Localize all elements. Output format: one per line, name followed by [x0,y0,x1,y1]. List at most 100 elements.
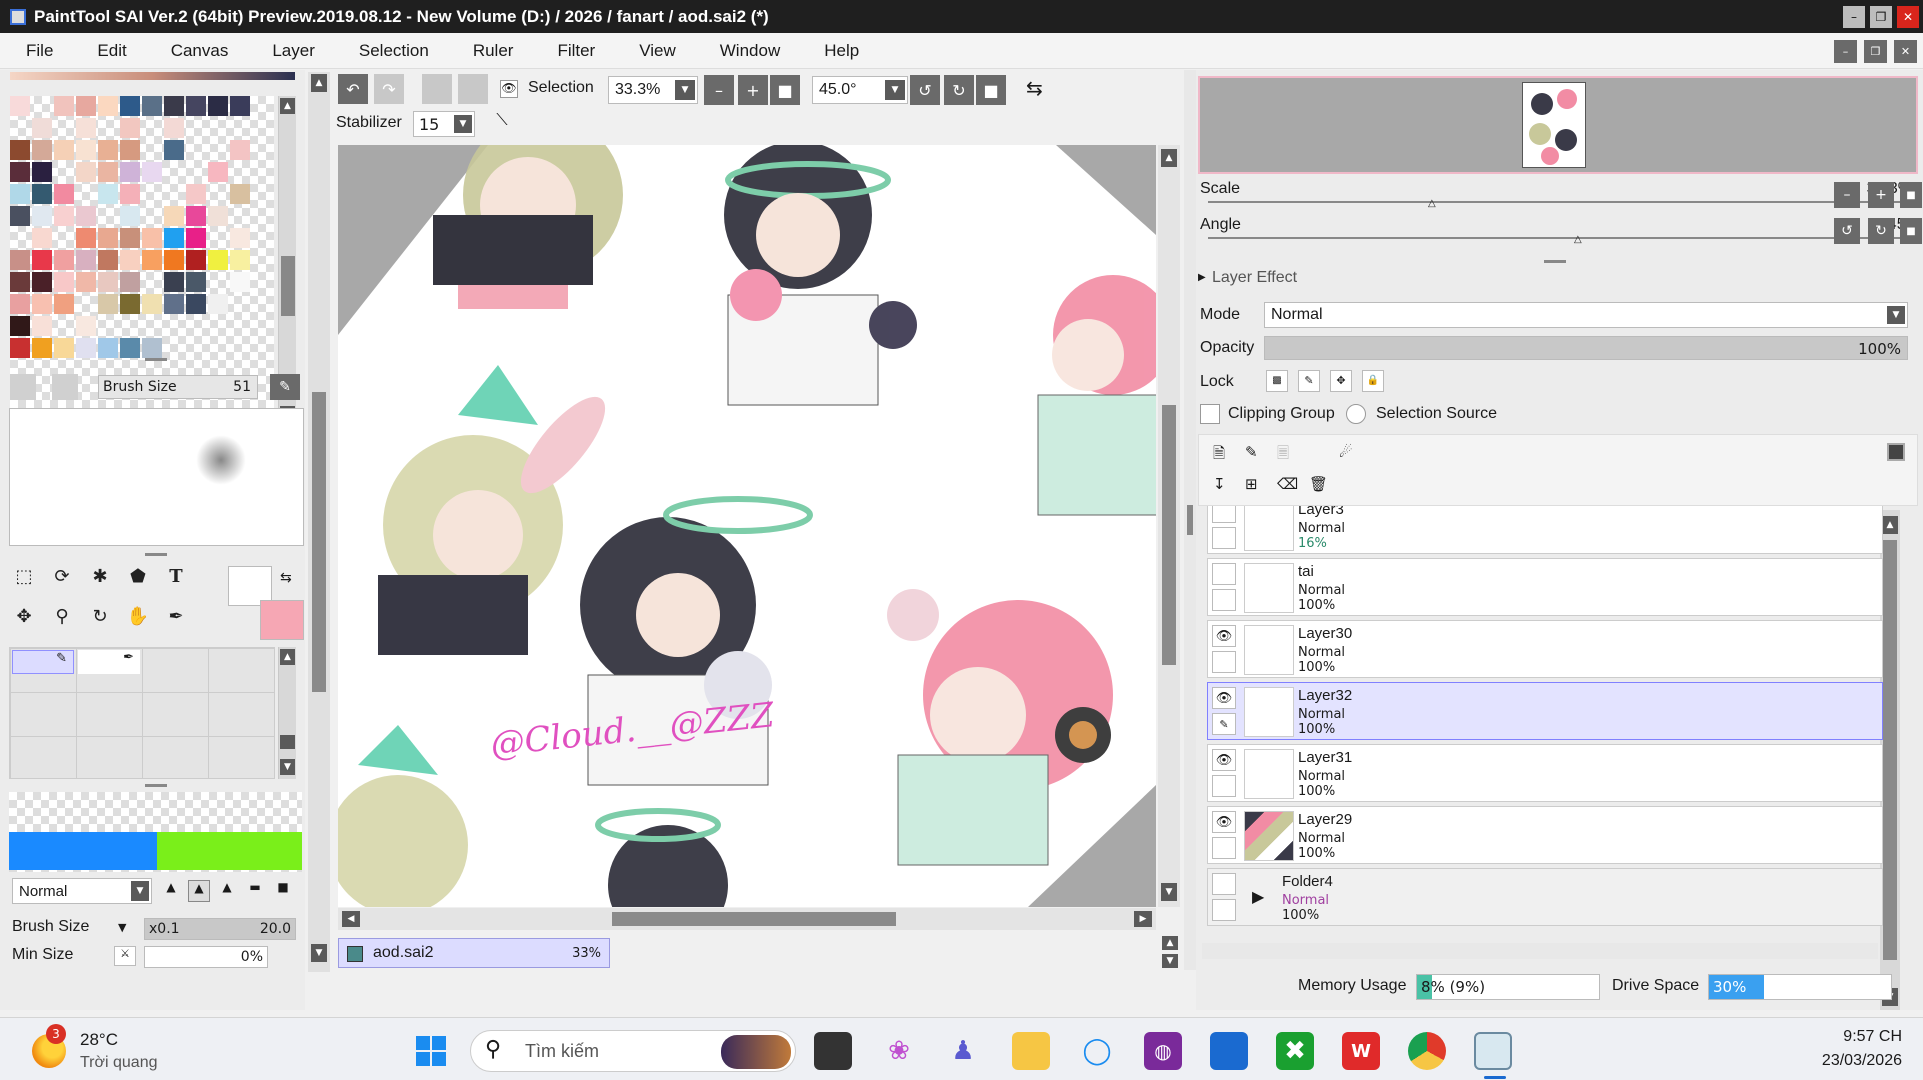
zoom-reset-button[interactable]: ■ [770,75,800,105]
menu-selection[interactable]: Selection [333,41,447,61]
pressure-icon[interactable]: ⚔ [114,946,136,966]
zoom-icon[interactable]: ⚲ [46,600,78,632]
weather-description[interactable]: Trời quang [80,1054,158,1072]
scroll-down-icon[interactable]: ▼ [1161,883,1177,901]
menu-edit[interactable]: Edit [71,41,144,61]
canvas-vscrollbar[interactable]: ▲ ▼ [1158,145,1180,907]
scroll-up-icon[interactable]: ▲ [311,74,327,92]
shape-triangle-selected-icon[interactable]: ▲ [188,880,210,902]
opacity-slider[interactable]: 100% [1264,336,1908,360]
layer-lock-toggle[interactable] [1212,589,1236,611]
scroll-thumb[interactable] [281,256,295,316]
eraser-toggle-icon[interactable]: ✎ [270,374,300,400]
rotate-icon[interactable]: ↻ [84,600,116,632]
lasso-icon[interactable]: ⟳ [46,560,78,592]
weather-temp[interactable]: 28°C [80,1030,118,1050]
shape-triangle-icon[interactable]: ▲ [160,880,182,902]
clock-time[interactable]: 9:57 CH [1806,1028,1902,1046]
tab-scroll-down-icon[interactable]: ▼ [1162,954,1178,968]
eyedropper-icon[interactable]: ✒ [160,600,192,632]
new-layer-icon[interactable]: 🗎 [1213,443,1225,468]
angle-select[interactable]: 45.0° ▼ [812,76,908,104]
pen-icon[interactable]: ✎ [1212,713,1236,735]
brush-tool-grid[interactable]: ✎ ✒ [9,647,275,779]
layer-lock-toggle[interactable] [1212,775,1236,797]
clipping-group-checkbox[interactable] [1200,404,1220,424]
scroll-mid-icon[interactable] [280,735,295,749]
brush-slot-pen[interactable]: ✎ [12,650,74,674]
angle-reset-button[interactable]: ■ [1900,218,1922,244]
angle-rotate-right-button[interactable]: ↻ [1868,218,1894,244]
layer-lock-toggle[interactable] [1212,899,1236,921]
brush-grid-scrollbar[interactable]: ▲ ▼ [278,647,296,779]
tab-scroll-up-icon[interactable]: ▲ [1162,936,1178,950]
angle-slider[interactable] [1208,237,1908,239]
angle-slider-thumb[interactable]: △ [1574,234,1582,245]
menu-layer[interactable]: Layer [246,41,333,61]
eye-icon[interactable]: 👁 [1212,687,1236,709]
layer-lock-toggle[interactable] [1212,651,1236,673]
clock-date[interactable]: 23/03/2026 [1786,1052,1902,1070]
shape-round-icon[interactable]: ▲ [216,880,238,902]
rotate-left-button[interactable]: ↺ [910,75,940,105]
scroll-left-icon[interactable]: ◀ [342,911,360,927]
taskbar-search[interactable]: ⚲ Tìm kiếm [470,1030,796,1072]
magic-wand-icon[interactable]: ✱ [84,560,116,592]
menu-canvas[interactable]: Canvas [145,41,247,61]
brush-size-setting-slider[interactable]: x0.1 20.0 [144,918,296,940]
lock-all-icon[interactable]: 🔒 [1362,370,1384,392]
visibility-toggle[interactable] [1212,563,1236,585]
layer-row[interactable]: Layer3 Normal 16% [1207,506,1883,554]
min-size-slider[interactable]: 0% [144,946,268,968]
navigator-preview[interactable] [1198,76,1918,174]
swap-colors-icon[interactable]: ⇆ [280,570,292,586]
scroll-thumb[interactable] [612,912,896,926]
scroll-up-icon[interactable]: ▲ [280,649,295,665]
lock-paint-icon[interactable]: ✎ [1298,370,1320,392]
document-tab[interactable]: aod.sai2 33% [338,938,610,968]
windows-start-icon[interactable] [412,1032,450,1070]
layer-lock-toggle[interactable] [1212,527,1236,549]
blend-mode-select[interactable]: Normal ▼ [12,878,152,904]
menu-ruler[interactable]: Ruler [447,41,532,61]
splitter-handle[interactable] [1544,260,1566,263]
visibility-toggle[interactable] [1212,506,1236,523]
edge-icon[interactable]: ◯ [1078,1032,1116,1070]
scroll-right-icon[interactable]: ▶ [1134,911,1152,927]
brush-size-slider[interactable]: Brush Size 51 [98,375,258,399]
visibility-toggle[interactable] [1212,873,1236,895]
hand-icon[interactable]: ✋ [122,600,154,632]
task-view-icon[interactable] [814,1032,852,1070]
merge-down-icon[interactable]: ⊞ [1245,475,1258,493]
zoom-in-button[interactable]: + [738,75,768,105]
menu-view[interactable]: View [613,41,694,61]
copilot-icon[interactable]: ❀ [880,1032,918,1070]
folder-row[interactable]: ▶ Folder4 Normal 100% [1207,868,1883,926]
layer-row-selected[interactable]: 👁 ✎ Layer32 Normal 100% [1207,682,1883,740]
invert-selection-icon[interactable] [458,74,488,104]
stabilizer-select[interactable]: 15 ▼ [413,111,475,137]
splitter-handle-2[interactable] [145,553,167,556]
layer-row[interactable]: 👁 Layer29 Normal 100% [1207,806,1883,864]
file-explorer-icon[interactable] [1012,1032,1050,1070]
folder-expand-icon[interactable]: ▶ [1252,887,1264,906]
shape-square-icon[interactable]: ■ [272,880,294,902]
canvas-hscrollbar[interactable]: ◀ ▶ [338,908,1156,930]
text-tool-icon[interactable]: T [160,560,192,592]
minimize-button[interactable]: – [1843,6,1865,28]
xbox-icon[interactable]: ✖ [1276,1032,1314,1070]
teams-icon[interactable]: ♟ [944,1032,982,1070]
chevron-down-icon[interactable]: ▼ [118,921,126,934]
brush-slot-brush[interactable]: ✒ [78,650,140,674]
undo-brush-icon[interactable] [10,374,36,400]
panel-splitter[interactable] [1184,70,1196,970]
doc-minimize-button[interactable]: – [1834,40,1857,63]
menu-help[interactable]: Help [798,41,877,61]
new-folder-icon[interactable]: 🗏 [1277,443,1289,468]
layer-effect-label[interactable]: Layer Effect [1212,269,1297,287]
scale-slider[interactable] [1208,201,1908,203]
scroll-up-icon[interactable]: ▲ [1161,149,1177,167]
microsoft-store-icon[interactable] [1210,1032,1248,1070]
painttool-sai-taskbar-icon[interactable] [1474,1032,1512,1070]
layer-mode-select[interactable]: Normal ▼ [1264,302,1908,328]
